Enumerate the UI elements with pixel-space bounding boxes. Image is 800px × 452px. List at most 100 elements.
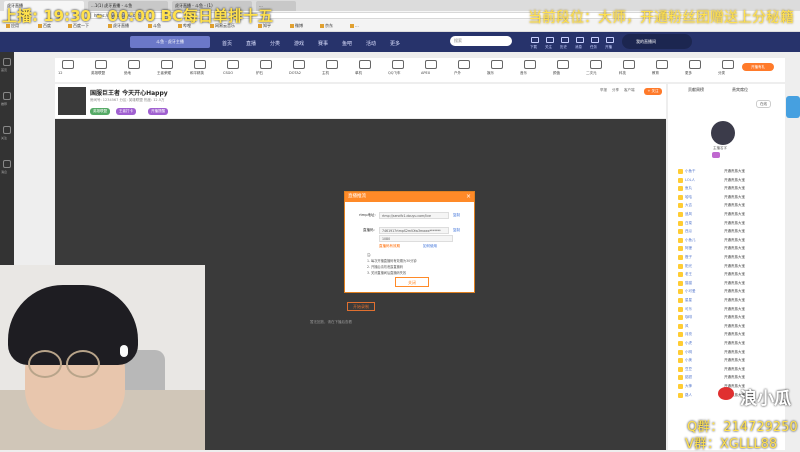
- rank-row[interactable]: 鱼丸 开通贵族大宝: [678, 185, 783, 192]
- report-link[interactable]: 举报: [600, 88, 607, 93]
- rank-row[interactable]: 哈哈 开通贵族大宝: [678, 194, 783, 201]
- rank-user-name[interactable]: 小美: [685, 357, 692, 364]
- rtmp-field[interactable]: rtmp://sendfc1.douyu.com/live: [379, 212, 449, 219]
- rank-user-name[interactable]: 豆豆: [685, 366, 692, 373]
- rank-user-name[interactable]: 大吉: [685, 202, 692, 209]
- rank-row[interactable]: 小可爱 开通贵族大宝: [678, 288, 783, 295]
- rank-row[interactable]: 老王 开通贵族大宝: [678, 271, 783, 278]
- category-icon[interactable]: [128, 60, 140, 69]
- online-pill[interactable]: 在线: [756, 100, 771, 108]
- rank-row[interactable]: 小鱼儿 开通贵族大宝: [678, 237, 783, 244]
- rank-user-name[interactable]: 西瓜: [685, 228, 692, 235]
- rank-user-name[interactable]: 小可爱: [685, 288, 696, 295]
- rank-user-name[interactable]: 咖啡: [685, 314, 692, 321]
- message-icon[interactable]: [576, 37, 584, 43]
- rank-user-name[interactable]: 风: [685, 323, 689, 330]
- category-icon[interactable]: [656, 60, 668, 69]
- rank-user-name[interactable]: 哈哈: [685, 194, 692, 201]
- rank-user-name[interactable]: 小鱼儿: [685, 237, 696, 244]
- rank-row[interactable]: 阳光 开通贵族大宝: [678, 263, 783, 270]
- bookmark-item[interactable]: 微博: [290, 23, 303, 29]
- search-input[interactable]: 搜索: [450, 36, 512, 46]
- rank-row[interactable]: 咖啡 开通贵族大宝: [678, 314, 783, 321]
- home-icon[interactable]: [3, 58, 11, 66]
- rank-user-name[interactable]: 大神: [685, 383, 692, 390]
- help-link[interactable]: 如何使用: [423, 244, 437, 249]
- nav-item[interactable]: 鱼吧: [342, 40, 352, 47]
- nav-item[interactable]: 更多: [390, 40, 400, 47]
- rank-user-name[interactable]: 阳光: [685, 263, 692, 270]
- tab-vip[interactable]: 贵宾席位: [732, 87, 748, 93]
- rank-user-name[interactable]: 追风: [685, 211, 692, 218]
- category-icon[interactable]: [359, 60, 371, 69]
- nav-item[interactable]: 活动: [366, 40, 376, 47]
- quality-select[interactable]: 1080: [379, 235, 453, 242]
- rank-row[interactable]: 追风 开通贵族大宝: [678, 211, 783, 218]
- recommend-icon[interactable]: [3, 92, 11, 100]
- rank-user-name[interactable]: 路人: [685, 392, 692, 399]
- rank-user-name[interactable]: LOL人: [685, 177, 695, 184]
- copy-rtmp-button[interactable]: 复制: [453, 213, 460, 218]
- copy-key-button[interactable]: 复制: [453, 228, 460, 233]
- room-tag[interactable]: 开播提醒: [148, 108, 168, 115]
- panel-avatar[interactable]: [711, 121, 735, 145]
- category-icon[interactable]: [161, 60, 173, 69]
- category-icon[interactable]: [557, 60, 569, 69]
- client-link[interactable]: 客户端: [624, 88, 635, 93]
- nav-item[interactable]: 赛事: [318, 40, 328, 47]
- category-icon[interactable]: [260, 60, 272, 69]
- rank-row[interactable]: 西瓜 开通贵族大宝: [678, 228, 783, 235]
- rank-user-name[interactable]: 老王: [685, 271, 692, 278]
- message-icon[interactable]: [3, 160, 11, 168]
- category-icon[interactable]: [194, 60, 206, 69]
- category-icon[interactable]: [227, 60, 239, 69]
- rank-user-name[interactable]: 可乐: [685, 306, 692, 313]
- rank-row[interactable]: 猫猫 开通贵族大宝: [678, 280, 783, 287]
- category-icon[interactable]: [95, 60, 107, 69]
- promo-badge[interactable]: 开播有礼: [742, 63, 774, 71]
- rank-row[interactable]: 阿狸 开通贵族大宝: [678, 245, 783, 252]
- category-icon[interactable]: [590, 60, 602, 69]
- task-icon[interactable]: [591, 37, 599, 43]
- rank-user-name[interactable]: 星星: [685, 297, 692, 304]
- category-icon[interactable]: [326, 60, 338, 69]
- rank-row[interactable]: 小虎 开通贵族大宝: [678, 340, 783, 347]
- rank-row[interactable]: 橙子 开通贵族大宝: [678, 254, 783, 261]
- category-icon[interactable]: [689, 60, 701, 69]
- category-icon[interactable]: [293, 60, 305, 69]
- rank-row[interactable]: 风 开通贵族大宝: [678, 323, 783, 330]
- category-icon[interactable]: [524, 60, 536, 69]
- rank-row[interactable]: 小美 开通贵族大宝: [678, 357, 783, 364]
- rank-user-name[interactable]: 橙子: [685, 254, 692, 261]
- download-icon[interactable]: [531, 37, 539, 43]
- rank-user-name[interactable]: 小明: [685, 349, 692, 356]
- rank-user-name[interactable]: 小鱼干: [685, 168, 696, 175]
- rank-user-name[interactable]: 鱼丸: [685, 185, 692, 192]
- nav-item[interactable]: 游戏: [294, 40, 304, 47]
- rank-row[interactable]: 星星 开通贵族大宝: [678, 297, 783, 304]
- bookmark-item[interactable]: ...: [350, 23, 359, 28]
- user-menu[interactable]: 我的直播间: [622, 34, 692, 49]
- nav-item[interactable]: 直播: [246, 40, 256, 47]
- rank-row[interactable]: 月亮 开通贵族大宝: [678, 331, 783, 338]
- category-icon[interactable]: [722, 60, 734, 69]
- follow-button[interactable]: + 关注: [644, 88, 662, 95]
- rank-user-name[interactable]: 猫猫: [685, 280, 692, 287]
- rank-row[interactable]: 大吉 开通贵族大宝: [678, 202, 783, 209]
- live-icon[interactable]: [606, 37, 614, 43]
- rank-user-name[interactable]: 月亮: [685, 331, 692, 338]
- rank-row[interactable]: LOL人 开通贵族大宝: [678, 177, 783, 184]
- history-icon[interactable]: [561, 37, 569, 43]
- room-tag[interactable]: 王者打卡: [116, 108, 136, 115]
- floating-widget[interactable]: [786, 96, 800, 118]
- streamer-avatar[interactable]: [58, 87, 86, 115]
- close-icon[interactable]: ×: [466, 193, 471, 201]
- rank-row[interactable]: 甜甜 开通贵族大宝: [678, 374, 783, 381]
- follow-icon[interactable]: [546, 37, 554, 43]
- nav-item[interactable]: 分类: [270, 40, 280, 47]
- category-icon[interactable]: [392, 60, 404, 69]
- stream-key-field[interactable]: 7461917rtmpS2mVXw3mawx*******: [379, 227, 449, 234]
- category-icon[interactable]: [491, 60, 503, 69]
- nav-item[interactable]: 首页: [222, 40, 232, 47]
- close-dialog-button[interactable]: 关闭: [395, 277, 429, 287]
